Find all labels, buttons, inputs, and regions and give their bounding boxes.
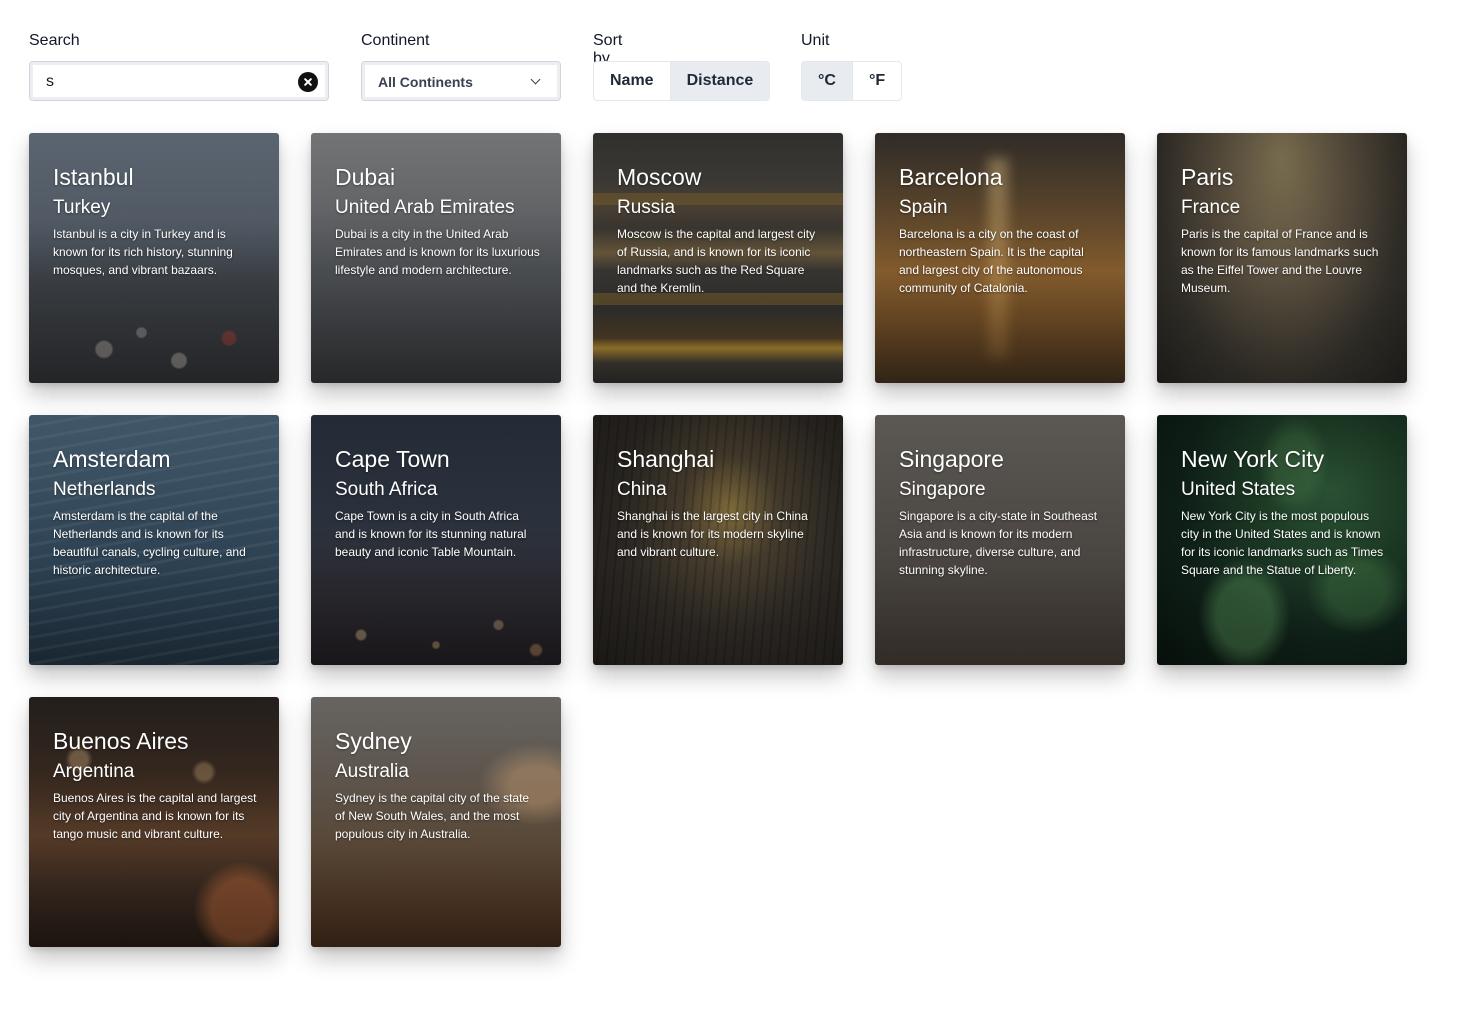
city-description: Dubai is a city in the United Arab Emira… <box>335 227 540 277</box>
city-name: Singapore <box>899 446 1004 472</box>
sort-toggle: Name Distance <box>593 61 771 101</box>
city-card-singapore[interactable]: Singapore Singapore Singapore is a city-… <box>875 415 1125 665</box>
country-name: United States <box>1181 479 1296 500</box>
sort-name-button[interactable]: Name <box>594 62 671 100</box>
country-name: China <box>617 479 667 500</box>
continent-label: Continent <box>361 32 430 49</box>
city-card-istanbul[interactable]: Istanbul Turkey Istanbul is a city in Tu… <box>29 133 279 383</box>
country-name: France <box>1181 197 1241 218</box>
city-card-shanghai[interactable]: Shanghai China Shanghai is the largest c… <box>593 415 843 665</box>
city-description: New York City is the most populous city … <box>1181 509 1384 577</box>
continent-control: Continent All Continents <box>361 32 561 101</box>
country-name: Netherlands <box>53 479 156 500</box>
clear-search-icon[interactable] <box>298 72 318 92</box>
city-description: Barcelona is a city on the coast of nort… <box>899 227 1084 295</box>
city-name: Barcelona <box>899 164 1003 190</box>
chevron-down-icon <box>530 74 541 85</box>
city-card-dubai[interactable]: Dubai United Arab Emirates Dubai is a ci… <box>311 133 561 383</box>
country-name: South Africa <box>335 479 438 500</box>
continent-selected-value: All Continents <box>378 74 473 90</box>
city-description: Singapore is a city-state in Southeast A… <box>899 509 1098 577</box>
country-name: Australia <box>335 761 409 782</box>
country-name: Spain <box>899 197 948 218</box>
city-name: Amsterdam <box>53 446 171 472</box>
country-name: United Arab Emirates <box>335 197 515 218</box>
city-name: Dubai <box>335 164 396 190</box>
unit-celsius-button[interactable]: °C <box>802 62 853 100</box>
unit-toggle: °C °F <box>801 61 903 101</box>
city-card-amsterdam[interactable]: Amsterdam Netherlands Amsterdam is the c… <box>29 415 279 665</box>
search-control: Search <box>29 32 329 101</box>
city-description: Cape Town is a city in South Africa and … <box>335 509 527 559</box>
sort-distance-button[interactable]: Distance <box>670 62 770 100</box>
country-name: Singapore <box>899 479 986 500</box>
city-name: Istanbul <box>53 164 134 190</box>
country-name: Russia <box>617 197 676 218</box>
city-card-moscow[interactable]: Moscow Russia Moscow is the capital and … <box>593 133 843 383</box>
city-description: Istanbul is a city in Turkey and is know… <box>53 227 233 277</box>
search-input[interactable] <box>46 72 286 92</box>
country-name: Turkey <box>53 197 111 218</box>
city-name: New York City <box>1181 446 1325 472</box>
country-name: Argentina <box>53 761 135 782</box>
city-name: Cape Town <box>335 446 450 472</box>
city-card-buenos-aires[interactable]: Buenos Aires Argentina Buenos Aires is t… <box>29 697 279 947</box>
city-name: Paris <box>1181 164 1234 190</box>
sort-control: Sort by Name Distance <box>593 32 771 101</box>
search-label: Search <box>29 32 80 49</box>
city-card-paris[interactable]: Paris France Paris is the capital of Fra… <box>1157 133 1407 383</box>
city-card-new-york-city[interactable]: New York City United States New York Cit… <box>1157 415 1407 665</box>
city-card-barcelona[interactable]: Barcelona Spain Barcelona is a city on t… <box>875 133 1125 383</box>
city-name: Moscow <box>617 164 702 190</box>
city-description: Buenos Aires is the capital and largest … <box>53 791 257 841</box>
city-name: Shanghai <box>617 446 715 472</box>
city-card-sydney[interactable]: Sydney Australia Sydney is the capital c… <box>311 697 561 947</box>
city-name: Buenos Aires <box>53 728 189 754</box>
unit-fahrenheit-button[interactable]: °F <box>853 62 901 100</box>
city-description: Amsterdam is the capital of the Netherla… <box>53 509 246 577</box>
continent-select[interactable]: All Continents <box>361 61 561 101</box>
city-description: Moscow is the capital and largest city o… <box>617 227 816 295</box>
city-description: Sydney is the capital city of the state … <box>335 791 530 841</box>
unit-control: Unit °C °F <box>801 32 903 101</box>
search-field[interactable] <box>29 61 329 101</box>
city-name: Sydney <box>335 728 412 754</box>
city-card-cape-town[interactable]: Cape Town South Africa Cape Town is a ci… <box>311 415 561 665</box>
city-description: Paris is the capital of France and is kn… <box>1181 227 1379 295</box>
sort-label: Sort by <box>593 32 623 67</box>
unit-label: Unit <box>801 32 830 49</box>
city-description: Shanghai is the largest city in China an… <box>617 509 808 559</box>
